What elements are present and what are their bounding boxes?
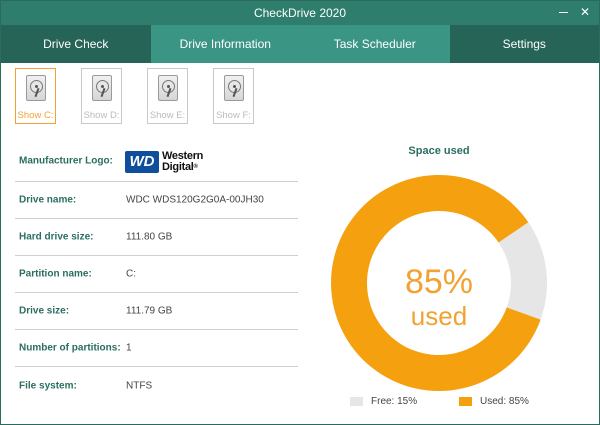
info-row-number-of-partitions: Number of partitions: 1 (15, 330, 298, 367)
tab-drive-check[interactable]: Drive Check (1, 25, 151, 63)
info-label: Number of partitions: (19, 342, 121, 354)
info-row-drive-size: Drive size: 111.79 GB (15, 293, 298, 330)
drive-button-e[interactable]: Show E: (147, 68, 188, 124)
hard-drive-icon (224, 75, 244, 101)
legend-label-free: Free: 15% (371, 396, 418, 407)
info-value: WDC WDS120G2G0A-00JH30 (126, 194, 264, 206)
center-percent: 85% (405, 263, 473, 301)
wd-logo-mark: WD (125, 151, 159, 173)
legend-item-free: Free: 15% (350, 396, 417, 407)
drive-button-label: Show D: (83, 110, 120, 121)
app-window: CheckDrive 2020 ✕ Drive Check Drive Info… (0, 0, 600, 425)
close-button[interactable]: ✕ (575, 3, 595, 21)
info-row-file-system: File system: NTFS (15, 367, 298, 404)
window-title: CheckDrive 2020 (253, 6, 347, 20)
legend-label-used: Used: 85% (480, 396, 529, 407)
close-icon: ✕ (579, 5, 591, 19)
space-used-chart: Space used 85% used Free: 15% Used: 85% (328, 141, 550, 411)
title-bar: CheckDrive 2020 ✕ (1, 1, 599, 25)
wd-logo-text: Western Digital® (162, 150, 204, 173)
info-value: 1 (126, 342, 132, 354)
drive-button-c[interactable]: Show C: (15, 68, 56, 124)
info-label: Manufacturer Logo: (19, 155, 113, 167)
hard-drive-icon (26, 75, 46, 101)
minimize-icon (558, 12, 568, 14)
drive-button-label: Show F: (216, 110, 251, 121)
info-label: Drive name: (19, 194, 77, 206)
drive-selector: Show C: Show D: Show E: Show F: (15, 68, 279, 124)
western-digital-logo: WD Western Digital® (125, 150, 203, 174)
donut-chart: 85% used (331, 175, 547, 391)
info-label: Hard drive size: (19, 231, 94, 243)
tab-drive-information[interactable]: Drive Information (150, 25, 300, 63)
minimize-button[interactable] (553, 3, 573, 21)
tab-bar: Drive Check Drive Information Task Sched… (1, 25, 599, 63)
info-row-drive-name: Drive name: WDC WDS120G2G0A-00JH30 (15, 182, 298, 219)
legend-swatch-free (350, 397, 363, 406)
info-row-hard-drive-size: Hard drive size: 111.80 GB (15, 219, 298, 256)
drive-button-f[interactable]: Show F: (213, 68, 254, 124)
legend-item-used: Used: 85% (459, 396, 529, 407)
drive-button-label: Show C: (17, 110, 54, 121)
info-label: Drive size: (19, 305, 70, 317)
drive-button-d[interactable]: Show D: (81, 68, 122, 124)
info-value: 111.80 GB (126, 231, 173, 243)
chart-legend: Free: 15% Used: 85% (328, 396, 550, 410)
center-label: used (411, 301, 467, 331)
info-value: C: (126, 268, 136, 280)
info-value: 111.79 GB (126, 305, 173, 317)
tab-settings[interactable]: Settings (449, 25, 599, 63)
drive-info-panel: Manufacturer Logo: WD Western Digital® D… (15, 141, 298, 404)
info-label: File system: (19, 380, 77, 391)
info-row-partition-name: Partition name: C: (15, 256, 298, 293)
legend-swatch-used (459, 397, 472, 406)
drive-button-label: Show E: (149, 110, 186, 121)
info-row-manufacturer: Manufacturer Logo: WD Western Digital® (15, 141, 298, 182)
tab-task-scheduler[interactable]: Task Scheduler (300, 25, 450, 63)
info-value: NTFS (126, 380, 153, 391)
chart-title: Space used (408, 145, 470, 157)
info-label: Partition name: (19, 268, 92, 280)
hard-drive-icon (92, 75, 112, 101)
hard-drive-icon (158, 75, 178, 101)
